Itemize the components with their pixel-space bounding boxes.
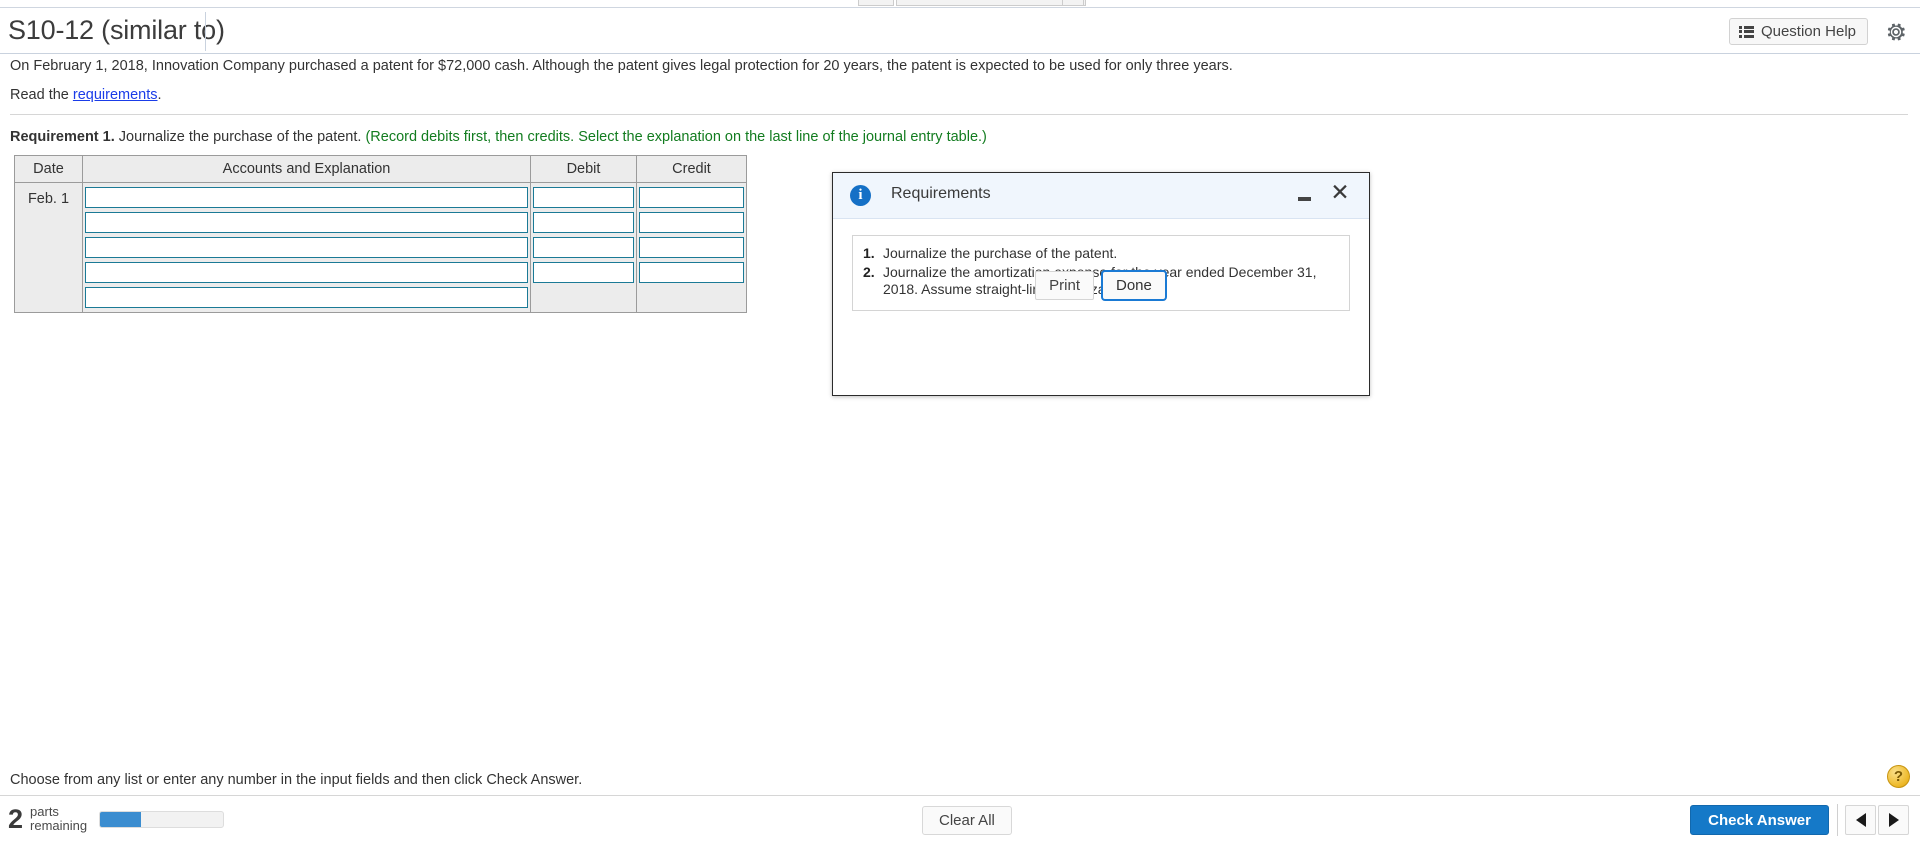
table-row: Feb. 1 <box>14 182 747 313</box>
dialog-titlebar[interactable]: i Requirements ✕ <box>833 173 1369 219</box>
list-item: 1. Journalize the purchase of the patent… <box>863 245 1339 262</box>
clipped-toolbar-strip <box>0 0 1920 8</box>
read-prefix: Read the <box>10 87 73 103</box>
list-item-text: Journalize the purchase of the patent. <box>883 245 1118 261</box>
column-header-date: Date <box>14 155 83 183</box>
journal-accounts-cell <box>82 182 531 313</box>
read-requirements-line: Read the requirements. <box>10 87 162 103</box>
debit-input-1[interactable] <box>533 187 634 208</box>
question-help-button[interactable]: Question Help <box>1728 18 1868 45</box>
footer-bar: 2 parts remaining Clear All Check Answer <box>0 796 1920 845</box>
column-header-debit: Debit <box>530 155 637 183</box>
toolbar-cell <box>858 0 894 6</box>
account-input-2[interactable] <box>85 212 528 233</box>
dialog-body: 1. Journalize the purchase of the patent… <box>833 219 1369 311</box>
explanation-input[interactable] <box>85 287 528 308</box>
page-header: S10-12 (similar to) Question Help <box>0 9 1920 54</box>
dialog-title: Requirements <box>891 185 991 202</box>
print-button[interactable]: Print <box>1035 271 1094 300</box>
header-divider <box>205 12 206 51</box>
minimize-icon[interactable] <box>1297 188 1313 204</box>
footer-hint: Choose from any list or enter any number… <box>10 772 583 788</box>
account-input-3[interactable] <box>85 237 528 258</box>
column-header-accounts: Accounts and Explanation <box>82 155 531 183</box>
requirement-hint: (Record debits first, then credits. Sele… <box>365 129 987 145</box>
journal-date-cell: Feb. 1 <box>14 182 83 313</box>
list-item-marker: 1. <box>863 245 875 261</box>
column-header-credit: Credit <box>636 155 747 183</box>
parts-label-line1: parts <box>30 804 59 819</box>
question-help-label: Question Help <box>1760 23 1856 40</box>
list-icon <box>1738 25 1754 38</box>
requirements-dialog: i Requirements ✕ 1. Journalize the purch… <box>832 172 1370 396</box>
journal-credit-cell <box>636 182 747 313</box>
parts-count: 2 <box>8 804 24 834</box>
problem-statement: On February 1, 2018, Innovation Company … <box>10 58 1233 74</box>
credit-input-1[interactable] <box>639 187 744 208</box>
table-header-row: Date Accounts and Explanation Debit Cred… <box>14 155 747 183</box>
gear-icon[interactable] <box>1884 20 1908 44</box>
requirement-heading: Requirement 1. Journalize the purchase o… <box>10 129 987 145</box>
progress-bar-fill <box>100 811 141 827</box>
triangle-left-icon <box>1855 813 1866 827</box>
footer-nav-divider <box>1837 804 1838 836</box>
read-suffix: . <box>157 87 162 103</box>
triangle-right-icon <box>1888 813 1899 827</box>
debit-input-stack <box>531 183 636 312</box>
check-answer-button[interactable]: Check Answer <box>1690 805 1829 835</box>
help-icon[interactable]: ? <box>1887 765 1910 788</box>
dialog-button-row: Print Done <box>833 270 1369 301</box>
credit-input-stack <box>637 183 746 312</box>
account-input-1[interactable] <box>85 187 528 208</box>
info-icon: i <box>850 185 871 206</box>
account-input-4[interactable] <box>85 262 528 283</box>
toolbar-cell <box>896 0 1086 6</box>
done-button[interactable]: Done <box>1100 270 1167 301</box>
parts-label: parts remaining <box>30 805 87 833</box>
parts-label-line2: remaining <box>30 818 88 833</box>
requirement-text: Journalize the purchase of the patent. <box>114 129 366 145</box>
next-button[interactable] <box>1878 805 1909 835</box>
clear-all-button[interactable]: Clear All <box>922 806 1012 835</box>
journal-debit-cell <box>530 182 637 313</box>
requirement-number: Requirement 1. <box>10 129 115 145</box>
credit-input-4[interactable] <box>639 262 744 283</box>
credit-input-3[interactable] <box>639 237 744 258</box>
debit-input-4[interactable] <box>533 262 634 283</box>
accounts-input-stack <box>83 183 530 312</box>
section-divider <box>10 114 1908 115</box>
previous-button[interactable] <box>1845 805 1876 835</box>
progress-bar <box>99 810 225 828</box>
journal-entry-table: Date Accounts and Explanation Debit Cred… <box>14 155 747 313</box>
parts-remaining: 2 parts remaining <box>8 804 225 834</box>
requirements-link[interactable]: requirements <box>73 87 158 103</box>
debit-input-2[interactable] <box>533 212 634 233</box>
page-title: S10-12 (similar to) <box>8 15 225 45</box>
credit-input-2[interactable] <box>639 212 744 233</box>
toolbar-cell <box>1062 0 1084 6</box>
debit-input-3[interactable] <box>533 237 634 258</box>
close-icon[interactable]: ✕ <box>1329 181 1351 204</box>
